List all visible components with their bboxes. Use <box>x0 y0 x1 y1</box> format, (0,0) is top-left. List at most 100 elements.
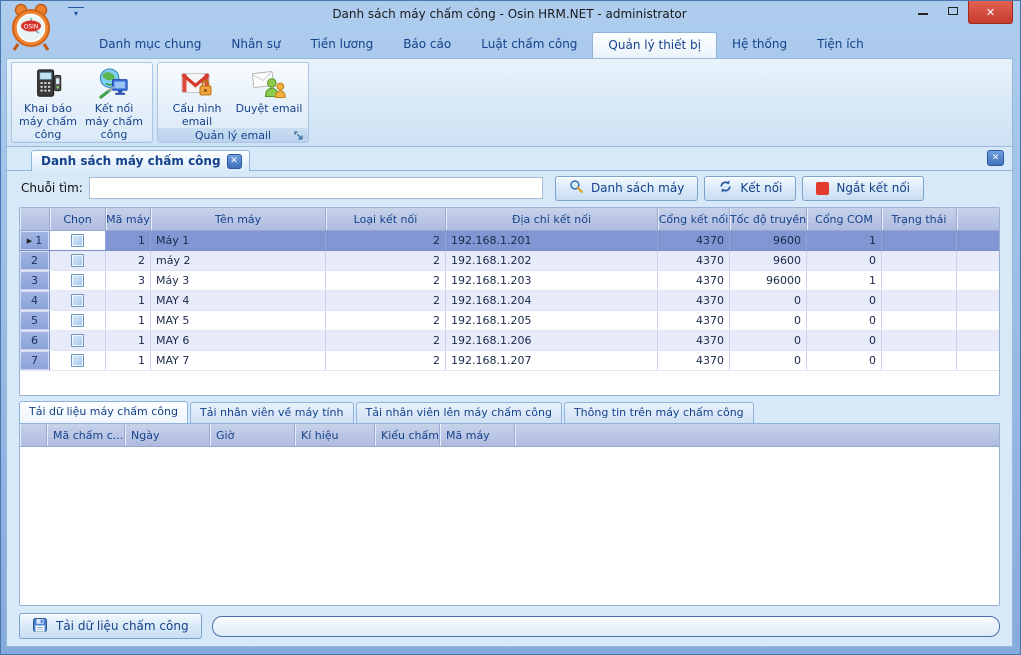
cell-loai-ket-noi[interactable]: 2 <box>326 311 446 330</box>
cell-toc-do-truyen[interactable]: 0 <box>730 331 807 350</box>
cell-trang-thai[interactable] <box>882 231 957 250</box>
cell-loai-ket-noi[interactable]: 2 <box>326 291 446 310</box>
cell-cong-com[interactable]: 0 <box>807 251 882 270</box>
machine-row[interactable]: 61MAY 62192.168.1.206437000 <box>20 331 999 351</box>
duyet-email-button[interactable]: Duyệt email <box>233 65 305 128</box>
cell-dia-chi-ket-noi[interactable]: 192.168.1.206 <box>446 331 658 350</box>
col-header-gio[interactable]: Giờ <box>210 424 295 446</box>
cell-trang-thai[interactable] <box>882 351 957 370</box>
ngat-ket-noi-button[interactable]: Ngắt kết nối <box>802 176 924 201</box>
cell-ten-may[interactable]: MAY 6 <box>151 331 326 350</box>
cell-dia-chi-ket-noi[interactable]: 192.168.1.202 <box>446 251 658 270</box>
cell-cong-ket-noi[interactable]: 4370 <box>658 311 730 330</box>
ribbon-tab-danh-muc-chung[interactable]: Danh mục chung <box>84 32 216 58</box>
ribbon-tab-he-thong[interactable]: Hệ thống <box>717 32 802 58</box>
khai-bao-may-cham-cong-button[interactable]: Khai báo máy chấm công <box>15 65 81 141</box>
cell-loai-ket-noi[interactable]: 2 <box>326 251 446 270</box>
danh-sach-may-button[interactable]: Danh sách máy <box>555 176 698 201</box>
ribbon-tab-luat-cham-cong[interactable]: Luật chấm công <box>466 32 592 58</box>
col-header-dia-chi-ket-noi[interactable]: Địa chỉ kết nối <box>446 208 658 230</box>
col-header-loai-ket-noi[interactable]: Loại kết nối <box>326 208 446 230</box>
ket-noi-button[interactable]: Kết nối <box>704 176 796 201</box>
col-header-chon[interactable]: Chọn <box>50 208 106 230</box>
cell-ma-may[interactable]: 1 <box>106 351 151 370</box>
cell-loai-ket-noi[interactable]: 2 <box>326 231 446 250</box>
cell-toc-do-truyen[interactable]: 0 <box>730 351 807 370</box>
cell-ten-may[interactable]: máy 2 <box>151 251 326 270</box>
detail-tab-tai-nhan-vien-ve-may-tinh[interactable]: Tải nhân viên về máy tính <box>190 402 354 423</box>
cell-cong-com[interactable]: 0 <box>807 311 882 330</box>
cau-hinh-email-button[interactable]: Cấu hình email <box>161 65 233 128</box>
cell-cong-com[interactable]: 1 <box>807 231 882 250</box>
cell-cong-ket-noi[interactable]: 4370 <box>658 331 730 350</box>
search-input[interactable] <box>89 177 543 199</box>
cell-loai-ket-noi[interactable]: 2 <box>326 331 446 350</box>
detail-tab-tai-nhan-vien-len-may-cham-cong[interactable]: Tải nhân viên lên máy chấm công <box>356 402 562 423</box>
row-checkbox-cell[interactable] <box>50 331 106 350</box>
cell-loai-ket-noi[interactable]: 2 <box>326 351 446 370</box>
cell-dia-chi-ket-noi[interactable]: 192.168.1.207 <box>446 351 658 370</box>
cell-cong-ket-noi[interactable]: 4370 <box>658 251 730 270</box>
col-header-kieu-cham[interactable]: Kiểu chấm <box>375 424 440 446</box>
ribbon-tab-nhan-su[interactable]: Nhân sự <box>216 32 295 58</box>
row-checkbox-cell[interactable] <box>50 291 106 310</box>
cell-ten-may[interactable]: Máy 3 <box>151 271 326 290</box>
cell-cong-ket-noi[interactable]: 4370 <box>658 291 730 310</box>
machine-row[interactable]: 33Máy 32192.168.1.2034370960001 <box>20 271 999 291</box>
cell-ma-may[interactable]: 1 <box>106 331 151 350</box>
cell-ten-may[interactable]: MAY 4 <box>151 291 326 310</box>
cell-cong-com[interactable]: 0 <box>807 351 882 370</box>
col-header-toc-do-truyen[interactable]: Tốc độ truyền <box>730 208 807 230</box>
cell-trang-thai[interactable] <box>882 251 957 270</box>
minimize-button[interactable] <box>908 1 938 21</box>
ribbon-tab-tien-luong[interactable]: Tiền lương <box>296 32 389 58</box>
cell-loai-ket-noi[interactable]: 2 <box>326 271 446 290</box>
cell-ma-may[interactable]: 1 <box>106 231 151 250</box>
app-logo-button[interactable]: OSIN <box>8 2 54 56</box>
cell-trang-thai[interactable] <box>882 311 957 330</box>
col-header-ma-may[interactable]: Mã máy <box>440 424 515 446</box>
cell-cong-com[interactable]: 0 <box>807 331 882 350</box>
close-button[interactable]: ✕ <box>968 1 1013 24</box>
row-checkbox-cell[interactable] <box>50 271 106 290</box>
row-checkbox-cell[interactable] <box>50 351 106 370</box>
row-checkbox-cell[interactable] <box>50 311 106 330</box>
machine-row[interactable]: 71MAY 72192.168.1.207437000 <box>20 351 999 371</box>
cell-cong-ket-noi[interactable]: 4370 <box>658 231 730 250</box>
row-checkbox[interactable] <box>71 254 84 267</box>
col-header-cong-ket-noi[interactable]: Cổng kết nối <box>658 208 730 230</box>
dialog-launcher-icon[interactable] <box>294 131 305 142</box>
machine-row[interactable]: 22máy 22192.168.1.202437096000 <box>20 251 999 271</box>
row-checkbox[interactable] <box>71 234 84 247</box>
cell-trang-thai[interactable] <box>882 271 957 290</box>
col-header-trang-thai[interactable]: Trạng thái <box>882 208 957 230</box>
ribbon-tab-tien-ich[interactable]: Tiện ích <box>802 32 879 58</box>
cell-ten-may[interactable]: Máy 1 <box>151 231 326 250</box>
cell-dia-chi-ket-noi[interactable]: 192.168.1.201 <box>446 231 658 250</box>
machine-row[interactable]: 51MAY 52192.168.1.205437000 <box>20 311 999 331</box>
tab-danh-sach-may-cham-cong[interactable]: Danh sách máy chấm công ✕ <box>31 150 250 171</box>
cell-toc-do-truyen[interactable]: 96000 <box>730 271 807 290</box>
cell-dia-chi-ket-noi[interactable]: 192.168.1.203 <box>446 271 658 290</box>
col-header-cong-com[interactable]: Cổng COM <box>807 208 882 230</box>
ribbon-tab-quan-ly-thiet-bi[interactable]: Quản lý thiết bị <box>592 32 717 58</box>
cell-toc-do-truyen[interactable]: 9600 <box>730 231 807 250</box>
cell-ten-may[interactable]: MAY 5 <box>151 311 326 330</box>
machine-row[interactable]: 41MAY 42192.168.1.204437000 <box>20 291 999 311</box>
row-checkbox[interactable] <box>71 294 84 307</box>
cell-ten-may[interactable]: MAY 7 <box>151 351 326 370</box>
cell-ma-may[interactable]: 2 <box>106 251 151 270</box>
cell-toc-do-truyen[interactable]: 0 <box>730 311 807 330</box>
machine-row[interactable]: ▶11Máy 12192.168.1.201437096001 <box>20 231 999 251</box>
maximize-button[interactable] <box>938 1 968 21</box>
col-header-ki-hieu[interactable]: Kí hiệu <box>295 424 375 446</box>
ket-noi-may-cham-cong-button[interactable]: Kết nối máy chấm công <box>81 65 147 141</box>
cell-trang-thai[interactable] <box>882 291 957 310</box>
cell-toc-do-truyen[interactable]: 9600 <box>730 251 807 270</box>
cell-cong-com[interactable]: 1 <box>807 271 882 290</box>
detail-tab-tai-du-lieu-may-cham-cong[interactable]: Tải dữ liệu máy chấm công <box>19 401 188 423</box>
cell-ma-may[interactable]: 1 <box>106 311 151 330</box>
row-checkbox-cell[interactable] <box>50 251 106 270</box>
row-checkbox[interactable] <box>71 274 84 287</box>
detail-tab-thong-tin-tren-may-cham-cong[interactable]: Thông tin trên máy chấm công <box>564 402 754 423</box>
